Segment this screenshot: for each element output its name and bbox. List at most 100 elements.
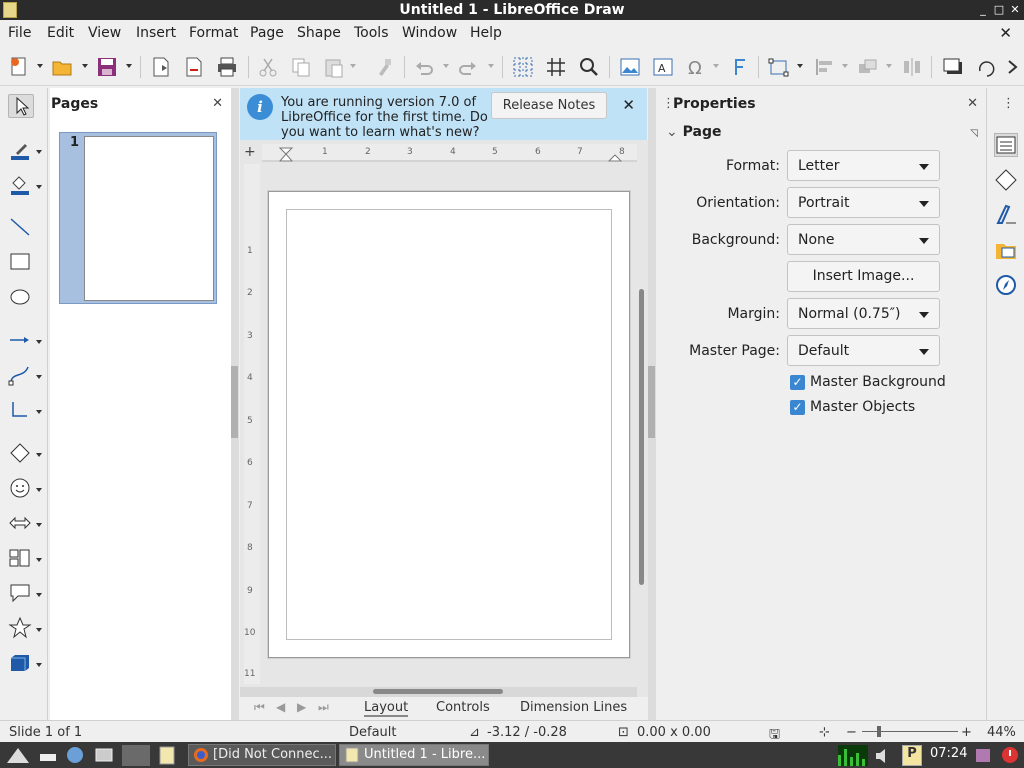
- page-thumbnail[interactable]: 1: [59, 132, 217, 304]
- menu-help[interactable]: Help: [470, 25, 502, 41]
- horizontal-scrollbar-thumb[interactable]: [373, 689, 503, 694]
- volume-icon[interactable]: [872, 745, 898, 766]
- symbol-shapes-dropdown-icon[interactable]: [36, 488, 42, 492]
- next-layer-icon[interactable]: ▶: [297, 700, 306, 714]
- special-character-dropdown-icon[interactable]: [713, 64, 719, 68]
- margin-select[interactable]: Normal (0.75″): [787, 298, 940, 329]
- menu-view[interactable]: View: [88, 25, 121, 41]
- select-icon[interactable]: [8, 94, 34, 118]
- shapes-tab-icon[interactable]: [994, 168, 1018, 192]
- tab-dimension-lines[interactable]: Dimension Lines: [520, 700, 627, 715]
- master-page-indicator[interactable]: Default: [349, 725, 397, 740]
- pages-pane-close-icon[interactable]: ✕: [212, 96, 223, 111]
- connector-icon[interactable]: [8, 399, 34, 423]
- properties-tab-icon[interactable]: [994, 133, 1018, 157]
- save-dropdown-icon[interactable]: [126, 64, 132, 68]
- grid-icon[interactable]: [512, 56, 534, 78]
- new-dropdown-icon[interactable]: [37, 64, 43, 68]
- format-select[interactable]: Letter: [787, 150, 940, 181]
- file-manager-icon[interactable]: [38, 745, 58, 766]
- power-icon[interactable]: [1000, 745, 1020, 766]
- rotate-icon[interactable]: [976, 56, 998, 78]
- show-desktop-icon[interactable]: [93, 745, 115, 766]
- zoom-pan-icon[interactable]: [578, 56, 600, 78]
- flowchart-dropdown-icon[interactable]: [36, 558, 42, 562]
- properties-close-icon[interactable]: ✕: [967, 96, 978, 111]
- helplines-icon[interactable]: [545, 56, 567, 78]
- rectangle-icon[interactable]: [8, 251, 34, 275]
- 3d-objects-dropdown-icon[interactable]: [36, 663, 42, 667]
- block-arrows-dropdown-icon[interactable]: [36, 523, 42, 527]
- special-character-icon[interactable]: Ω: [685, 56, 707, 79]
- insert-image-button[interactable]: Insert Image...: [787, 261, 940, 292]
- line-color-icon[interactable]: [8, 139, 34, 163]
- flowchart-icon[interactable]: [8, 547, 34, 571]
- sidebar-menu-icon[interactable]: ⋮: [1002, 96, 1015, 111]
- curve-icon[interactable]: [8, 364, 34, 388]
- basic-shapes-icon[interactable]: [8, 442, 34, 466]
- callout-icon[interactable]: [8, 582, 34, 606]
- start-menu-icon[interactable]: [4, 745, 32, 766]
- 3d-objects-icon[interactable]: [8, 652, 34, 676]
- checkmark-icon[interactable]: ✓: [790, 375, 805, 390]
- drawing-canvas-area[interactable]: + 1 2 3 4 5 6 7 8 1 2 3 4 5 6 7 8 9 10 1…: [240, 140, 649, 720]
- undo-dropdown-icon[interactable]: [443, 64, 449, 68]
- new-icon[interactable]: [8, 56, 30, 78]
- browser-launcher-icon[interactable]: [64, 745, 86, 766]
- previous-layer-icon[interactable]: ◀: [276, 700, 285, 714]
- horizontal-ruler[interactable]: 1 2 3 4 5 6 7 8: [262, 144, 637, 162]
- distribute-icon[interactable]: [901, 56, 923, 78]
- sidebar-splitter[interactable]: [648, 88, 656, 720]
- menu-tools[interactable]: Tools: [354, 25, 389, 41]
- first-layer-icon[interactable]: ⏮: [254, 700, 265, 715]
- fontwork-icon[interactable]: [729, 56, 751, 78]
- master-page-select[interactable]: Default: [787, 335, 940, 366]
- more-options-icon[interactable]: ◹: [970, 128, 978, 139]
- menu-shape[interactable]: Shape: [297, 25, 341, 41]
- save-icon[interactable]: [96, 56, 118, 78]
- paste-dropdown-icon[interactable]: [350, 64, 356, 68]
- navigator-tab-icon[interactable]: [994, 273, 1018, 297]
- taskbar-clock[interactable]: 07:24: [930, 746, 967, 761]
- zoom-in-button[interactable]: +: [961, 725, 972, 740]
- block-arrows-icon[interactable]: [8, 512, 34, 536]
- vertical-ruler[interactable]: 1 2 3 4 5 6 7 8 9 10 11: [244, 164, 260, 684]
- curves-dropdown-icon[interactable]: [36, 375, 42, 379]
- fill-color-dropdown-icon[interactable]: [36, 185, 42, 189]
- image-icon[interactable]: [619, 56, 641, 78]
- infobar-close-icon[interactable]: ✕: [622, 96, 635, 114]
- menu-page[interactable]: Page: [250, 25, 284, 41]
- horizontal-scrollbar[interactable]: [240, 687, 637, 697]
- menu-insert[interactable]: Insert: [136, 25, 176, 41]
- lines-arrows-dropdown-icon[interactable]: [36, 340, 42, 344]
- clone-formatting-icon[interactable]: [373, 56, 395, 78]
- cut-icon[interactable]: [257, 56, 279, 78]
- tab-layout[interactable]: Layout: [364, 700, 409, 717]
- menu-window[interactable]: Window: [402, 25, 457, 41]
- export-icon[interactable]: [150, 56, 172, 78]
- gallery-tab-icon[interactable]: [994, 238, 1018, 262]
- align-icon[interactable]: [814, 56, 836, 78]
- vertical-scrollbar[interactable]: [636, 164, 646, 704]
- zoom-level[interactable]: 44%: [987, 725, 1016, 740]
- stars-dropdown-icon[interactable]: [36, 628, 42, 632]
- pages-pane-collapse-handle[interactable]: [231, 366, 238, 438]
- align-dropdown-icon[interactable]: [842, 64, 848, 68]
- open-icon[interactable]: [51, 56, 73, 78]
- menu-format[interactable]: Format: [189, 25, 238, 41]
- fit-page-icon[interactable]: ⊹: [819, 725, 830, 740]
- tray-app-icon[interactable]: P: [902, 745, 922, 766]
- close-document-icon[interactable]: ✕: [999, 24, 1012, 42]
- ellipse-icon[interactable]: [8, 286, 34, 310]
- zoom-slider-handle[interactable]: [877, 726, 881, 737]
- redo-dropdown-icon[interactable]: [488, 64, 494, 68]
- arrange-dropdown-icon[interactable]: [886, 64, 892, 68]
- close-window-button[interactable]: ✕: [1008, 3, 1022, 17]
- menu-edit[interactable]: Edit: [47, 25, 74, 41]
- zoom-out-button[interactable]: −: [846, 725, 857, 740]
- last-layer-icon[interactable]: ⏭: [318, 700, 329, 715]
- redo-icon[interactable]: [457, 56, 479, 78]
- paste-icon[interactable]: [323, 56, 345, 78]
- connectors-dropdown-icon[interactable]: [36, 410, 42, 414]
- print-icon[interactable]: [216, 56, 238, 78]
